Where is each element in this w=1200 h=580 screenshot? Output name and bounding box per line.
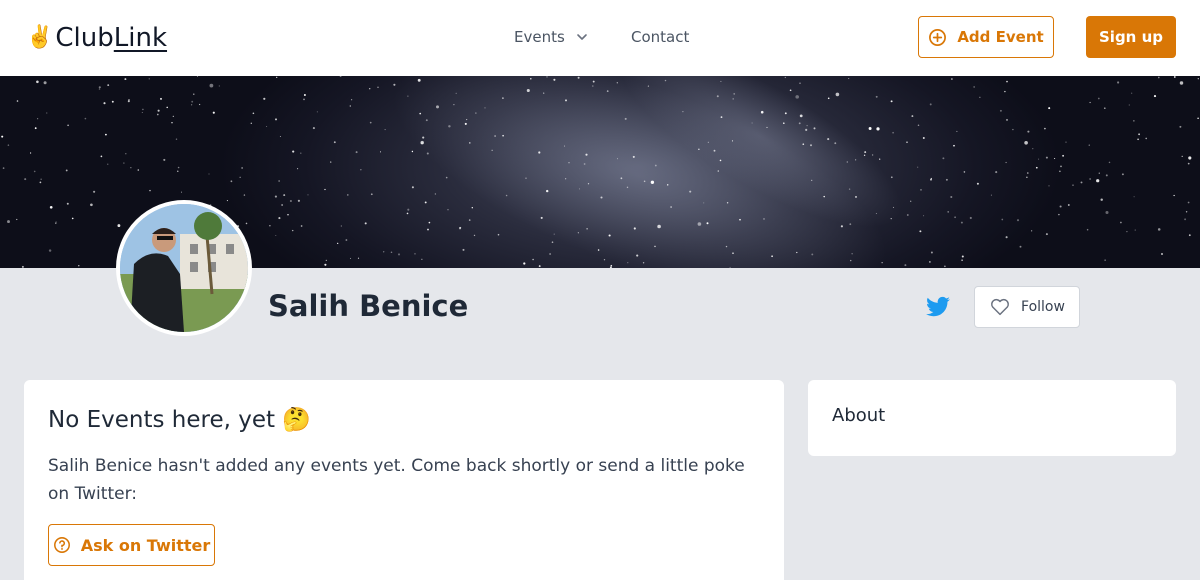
logo-text: ClubLink <box>55 22 167 54</box>
profile-avatar <box>116 200 252 336</box>
twitter-icon <box>926 296 950 317</box>
events-empty-message: Salih Benice hasn't added any events yet… <box>48 456 745 504</box>
follow-button[interactable]: Follow <box>974 286 1080 328</box>
plus-circle-icon <box>929 28 947 46</box>
add-event-button[interactable]: Add Event <box>918 16 1054 58</box>
chevron-down-icon <box>576 34 587 40</box>
nav-contact-link[interactable]: Contact <box>631 26 689 48</box>
add-event-label: Add Event <box>957 28 1044 46</box>
about-title: About <box>832 405 886 426</box>
nav-events-dropdown[interactable]: Events <box>514 26 589 48</box>
ask-on-twitter-label: Ask on Twitter <box>80 535 211 555</box>
sign-up-button[interactable]: Sign up <box>1086 16 1176 58</box>
logo-text-club: Club <box>55 23 114 53</box>
twitter-link[interactable] <box>924 294 952 320</box>
ask-on-twitter-button[interactable]: Ask on Twitter <box>48 524 215 566</box>
profile-name: Salih Benice <box>268 289 469 323</box>
nav-events-label: Events <box>514 28 565 46</box>
avatar-photo <box>120 204 248 332</box>
follow-label: Follow <box>1021 299 1065 315</box>
clublink-logo[interactable]: ✌️ ClubLink <box>26 22 167 54</box>
events-card: No Events here, yet 🤔 Salih Benice hasn'… <box>24 380 784 580</box>
about-card: About <box>808 380 1176 456</box>
site-header: ✌️ ClubLink Events Contact Add Event Sig… <box>0 0 1200 76</box>
main-nav: Events <box>514 26 589 48</box>
logo-text-link: Link <box>113 23 168 53</box>
victory-hand-emoji: ✌️ <box>26 25 54 50</box>
question-circle-icon <box>53 537 70 553</box>
heart-icon <box>991 298 1010 316</box>
events-empty-title: No Events here, yet 🤔 <box>48 407 311 433</box>
